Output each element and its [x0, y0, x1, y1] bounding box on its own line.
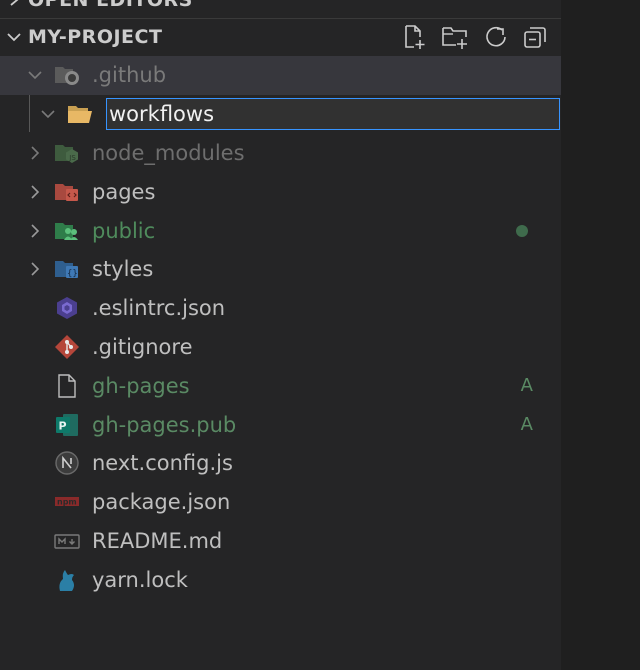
- public-folder-icon: [54, 218, 80, 244]
- svg-text:npm: npm: [57, 498, 77, 507]
- svg-text:P: P: [59, 419, 67, 432]
- tree-item-label: next.config.js: [92, 451, 233, 476]
- tree-item-workflows[interactable]: [0, 95, 561, 134]
- tree-item-label: package.json: [92, 490, 231, 515]
- tree-item-styles[interactable]: {} styles: [0, 250, 561, 289]
- file-icon: [54, 373, 80, 399]
- pages-folder-icon: [54, 179, 80, 205]
- eslint-icon: [54, 295, 80, 321]
- tree-item-gh-pages-pub[interactable]: P gh-pages.pub A: [0, 405, 561, 444]
- node-folder-icon: JS: [54, 140, 80, 166]
- tree-item-label: node_modules: [92, 140, 245, 165]
- tree-item-yarn-lock[interactable]: yarn.lock: [0, 560, 561, 599]
- tree-item-pages[interactable]: pages: [0, 172, 561, 211]
- github-folder-icon: [54, 62, 80, 88]
- git-icon: [54, 334, 80, 360]
- tree-item-next-config[interactable]: next.config.js: [0, 444, 561, 483]
- styles-folder-icon: {}: [54, 256, 80, 282]
- tree-item-label: pages: [92, 179, 156, 204]
- new-folder-icon[interactable]: [441, 24, 469, 50]
- tree-item-package-json[interactable]: npm package.json: [0, 483, 561, 522]
- editor-area: [561, 0, 640, 670]
- folder-open-icon: [67, 101, 93, 127]
- tree-item-label: .github: [92, 63, 167, 88]
- git-added-badge: A: [520, 414, 533, 436]
- tree-item-label: public: [92, 218, 156, 243]
- tree-item-label: styles: [92, 257, 154, 282]
- chevron-right-icon[interactable]: [27, 261, 43, 277]
- tree-item-label: README.md: [92, 528, 223, 553]
- tree-item-github[interactable]: .github: [0, 56, 561, 95]
- file-tree: .github workflows JS node_modules pages …: [0, 56, 561, 599]
- project-title: MY-PROJECT: [28, 26, 163, 48]
- yarn-icon: [54, 567, 80, 593]
- svg-text:{}: {}: [67, 269, 78, 279]
- markdown-icon: [54, 528, 80, 554]
- chevron-down-icon: [0, 29, 28, 45]
- rename-input[interactable]: [106, 97, 560, 130]
- tree-item-label: .gitignore: [92, 334, 193, 359]
- tree-item-public[interactable]: public: [0, 211, 561, 250]
- modified-dot-icon: [516, 224, 528, 237]
- git-added-badge: A: [520, 375, 533, 397]
- tree-item-label: gh-pages.pub: [92, 412, 237, 437]
- new-file-icon[interactable]: [401, 24, 427, 50]
- tree-item-label: yarn.lock: [92, 567, 188, 592]
- tree-item-gitignore[interactable]: .gitignore: [0, 328, 561, 367]
- tree-item-eslintrc[interactable]: .eslintrc.json: [0, 289, 561, 328]
- tree-item-label: gh-pages: [92, 373, 190, 398]
- nextjs-icon: [54, 450, 80, 476]
- refresh-icon[interactable]: [483, 24, 509, 50]
- header-actions: [401, 18, 549, 56]
- tree-item-node-modules[interactable]: JS node_modules: [0, 134, 561, 173]
- explorer-sidebar: OPEN EDITORS MY-PROJECT: [0, 0, 561, 670]
- publisher-icon: P: [54, 412, 80, 438]
- npm-icon: npm: [54, 489, 80, 515]
- chevron-down-icon[interactable]: [27, 67, 43, 83]
- project-header[interactable]: MY-PROJECT: [0, 18, 561, 56]
- chevron-right-icon[interactable]: [27, 184, 43, 200]
- tree-item-label: .eslintrc.json: [92, 296, 226, 321]
- open-editors-label: OPEN EDITORS: [28, 0, 193, 11]
- chevron-right-icon[interactable]: [27, 145, 43, 161]
- open-editors-header[interactable]: OPEN EDITORS: [0, 0, 561, 19]
- tree-item-readme[interactable]: README.md: [0, 522, 561, 561]
- svg-text:JS: JS: [68, 154, 76, 162]
- tree-item-gh-pages[interactable]: gh-pages A: [0, 366, 561, 405]
- chevron-right-icon: [0, 0, 28, 7]
- chevron-right-icon[interactable]: [27, 223, 43, 239]
- chevron-down-icon[interactable]: [40, 106, 56, 122]
- collapse-all-icon[interactable]: [523, 24, 549, 50]
